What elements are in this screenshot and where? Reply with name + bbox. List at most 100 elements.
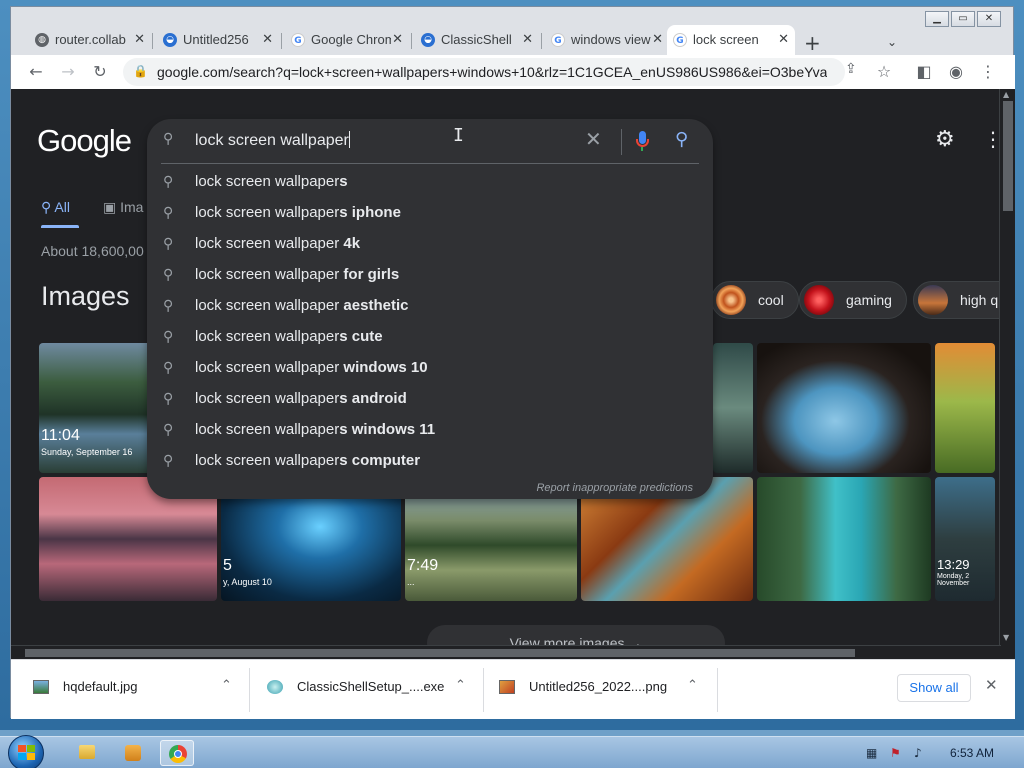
scroll-down-arrow-icon[interactable]: ▼ bbox=[1003, 633, 1009, 642]
suggestion-item[interactable]: ⚲ lock screen wallpapers android bbox=[147, 384, 713, 415]
bookmark-star-icon[interactable]: ☆ bbox=[873, 61, 895, 83]
close-icon[interactable]: ✕ bbox=[262, 25, 273, 55]
google-icon: G bbox=[673, 33, 687, 47]
windows-logo-icon bbox=[18, 745, 36, 761]
google-logo[interactable]: Google bbox=[37, 123, 132, 159]
network-icon[interactable]: ▦ bbox=[866, 746, 880, 760]
chevron-up-icon[interactable]: ⌃ bbox=[687, 678, 698, 693]
tab-untitled256[interactable]: ◒ Untitled256 ✕ bbox=[157, 25, 279, 55]
report-predictions-link[interactable]: Report inappropriate predictions bbox=[536, 482, 693, 494]
search-icon: ⚲ bbox=[163, 360, 174, 376]
suggestion-item[interactable]: ⚲ lock screen wallpaper 4k bbox=[147, 229, 713, 260]
image-thumbnail[interactable] bbox=[713, 343, 753, 473]
thumbnail-date: Sunday, September 16 bbox=[41, 447, 133, 457]
download-filename: Untitled256_2022....png bbox=[529, 679, 668, 694]
chevron-up-icon[interactable]: ⌃ bbox=[455, 678, 466, 693]
media-player-taskbar-button[interactable] bbox=[116, 740, 150, 766]
suggestion-item[interactable]: ⚲ lock screen wallpaper aesthetic bbox=[147, 291, 713, 322]
download-filename: ClassicShellSetup_....exe bbox=[297, 679, 445, 694]
tab-separator bbox=[152, 33, 153, 49]
taskbar-clock[interactable]: 6:53 AM bbox=[950, 746, 994, 760]
chrome-taskbar-button[interactable] bbox=[160, 740, 194, 766]
suggestion-item[interactable]: ⚲ lock screen wallpaper windows 10 bbox=[147, 353, 713, 384]
scrollbar-thumb[interactable] bbox=[1003, 101, 1013, 211]
image-thumbnail[interactable] bbox=[935, 343, 995, 473]
close-icon[interactable]: ✕ bbox=[522, 25, 533, 55]
download-item[interactable]: Untitled256_2022....png ⌃ bbox=[477, 660, 715, 720]
image-thumbnail[interactable] bbox=[757, 343, 931, 473]
url-text[interactable]: google.com/search?q=lock+screen+wallpape… bbox=[157, 64, 827, 80]
close-icon[interactable]: ✕ bbox=[652, 25, 663, 55]
new-tab-button[interactable]: + bbox=[804, 33, 821, 53]
reload-icon[interactable]: ↻ bbox=[89, 61, 111, 83]
show-all-downloads-button[interactable]: Show all bbox=[897, 674, 971, 702]
download-item[interactable]: ClassicShellSetup_....exe ⌃ bbox=[245, 660, 483, 720]
explorer-taskbar-button[interactable] bbox=[70, 740, 104, 766]
action-center-flag-icon[interactable]: ⚑ bbox=[890, 746, 904, 760]
suggestion-item[interactable]: ⚲ lock screen wallpapers bbox=[147, 167, 713, 198]
tab-router-collab[interactable]: ◍ router.collab ✕ bbox=[29, 25, 151, 55]
vertical-scrollbar[interactable]: ▲ ▼ bbox=[999, 89, 1015, 646]
chip-cool[interactable]: cool bbox=[711, 281, 799, 319]
tab-separator bbox=[281, 33, 282, 49]
share-icon[interactable]: ⇪ bbox=[845, 61, 857, 77]
search-submit-icon[interactable]: ⚲ bbox=[675, 129, 688, 150]
tab-images[interactable]: ▣ Ima bbox=[103, 199, 143, 216]
download-item[interactable]: hqdefault.jpg ⌃ bbox=[11, 660, 249, 720]
tab-search-chevron-icon[interactable]: ⌄ bbox=[887, 35, 897, 49]
clear-icon[interactable]: ✕ bbox=[585, 127, 602, 151]
lock-icon[interactable]: 🔒 bbox=[133, 64, 148, 78]
volume-icon[interactable]: ♪ bbox=[914, 746, 928, 760]
image-thumbnail[interactable]: 13:29 Monday, 2 November bbox=[935, 477, 995, 601]
image-thumbnail[interactable] bbox=[757, 477, 931, 601]
suggestion-text: lock screen wallpapers computer bbox=[195, 452, 421, 469]
back-arrow-icon[interactable]: ← bbox=[25, 61, 47, 83]
chrome-menu-icon[interactable]: ⋮ bbox=[977, 61, 999, 83]
suggestion-item[interactable]: ⚲ lock screen wallpapers computer bbox=[147, 446, 713, 477]
microphone-icon[interactable] bbox=[636, 131, 649, 151]
scroll-up-arrow-icon[interactable]: ▲ bbox=[1003, 90, 1009, 99]
side-panel-icon[interactable]: ◧ bbox=[913, 61, 935, 83]
thumbnail-date: ... bbox=[407, 577, 415, 587]
gear-icon[interactable]: ⚙ bbox=[935, 127, 955, 152]
search-input[interactable]: lock screen wallpaper bbox=[195, 127, 575, 155]
tab-title: router.collab bbox=[55, 32, 126, 47]
close-icon[interactable]: ✕ bbox=[778, 25, 789, 55]
suggestion-item[interactable]: ⚲ lock screen wallpapers windows 11 bbox=[147, 415, 713, 446]
horizontal-scrollbar[interactable] bbox=[11, 645, 1001, 659]
suggestion-text: lock screen wallpapers android bbox=[195, 390, 407, 407]
chevron-up-icon[interactable]: ⌃ bbox=[221, 678, 232, 693]
tab-windows-view[interactable]: G windows view ✕ bbox=[545, 25, 669, 55]
suggestion-item[interactable]: ⚲ lock screen wallpapers cute bbox=[147, 322, 713, 353]
google-icon: G bbox=[551, 33, 565, 47]
taskbar: ▦ ⚑ ♪ 6:53 AM bbox=[0, 735, 1024, 768]
suggestion-item[interactable]: ⚲ lock screen wallpaper for girls bbox=[147, 260, 713, 291]
image-icon: ▣ bbox=[103, 199, 121, 215]
classicshell-icon: ◒ bbox=[163, 33, 177, 47]
tab-all-label: All bbox=[54, 199, 70, 215]
suggestion-item[interactable]: ⚲ lock screen wallpapers iphone bbox=[147, 198, 713, 229]
tab-lock-screen[interactable]: G lock screen ✕ bbox=[667, 25, 795, 55]
address-bar[interactable]: 🔒 google.com/search?q=lock+screen+wallpa… bbox=[123, 58, 845, 86]
scrollbar-thumb[interactable] bbox=[25, 649, 855, 657]
images-heading[interactable]: Images bbox=[41, 281, 130, 312]
start-button[interactable] bbox=[8, 735, 44, 768]
close-icon[interactable]: ✕ bbox=[134, 25, 145, 55]
close-icon[interactable]: ✕ bbox=[392, 25, 403, 55]
tab-google-chrome[interactable]: G Google Chrome ✕ bbox=[285, 25, 409, 55]
tab-separator bbox=[411, 33, 412, 49]
installer-file-icon bbox=[267, 680, 283, 694]
globe-icon: ◍ bbox=[35, 33, 49, 47]
profile-avatar-icon[interactable]: ◉ bbox=[945, 61, 967, 83]
chip-gaming[interactable]: gaming bbox=[799, 281, 907, 319]
page-content: Google ⚲ All ▣ Ima About 18,600,00 Image… bbox=[11, 89, 1015, 659]
forward-arrow-icon[interactable]: → bbox=[57, 61, 79, 83]
thumbnail-time: 5 bbox=[223, 557, 232, 574]
chrome-icon bbox=[169, 745, 187, 763]
suggestion-text: lock screen wallpapers cute bbox=[195, 328, 383, 345]
tab-all[interactable]: ⚲ All bbox=[41, 199, 79, 228]
search-box-dropdown: ⚲ lock screen wallpaper ✕ ⚲ ⚲ lock scree… bbox=[147, 119, 713, 499]
close-icon[interactable]: ✕ bbox=[985, 676, 998, 694]
divider bbox=[621, 129, 622, 155]
tab-classicshell[interactable]: ◒ ClassicShell ✕ bbox=[415, 25, 539, 55]
